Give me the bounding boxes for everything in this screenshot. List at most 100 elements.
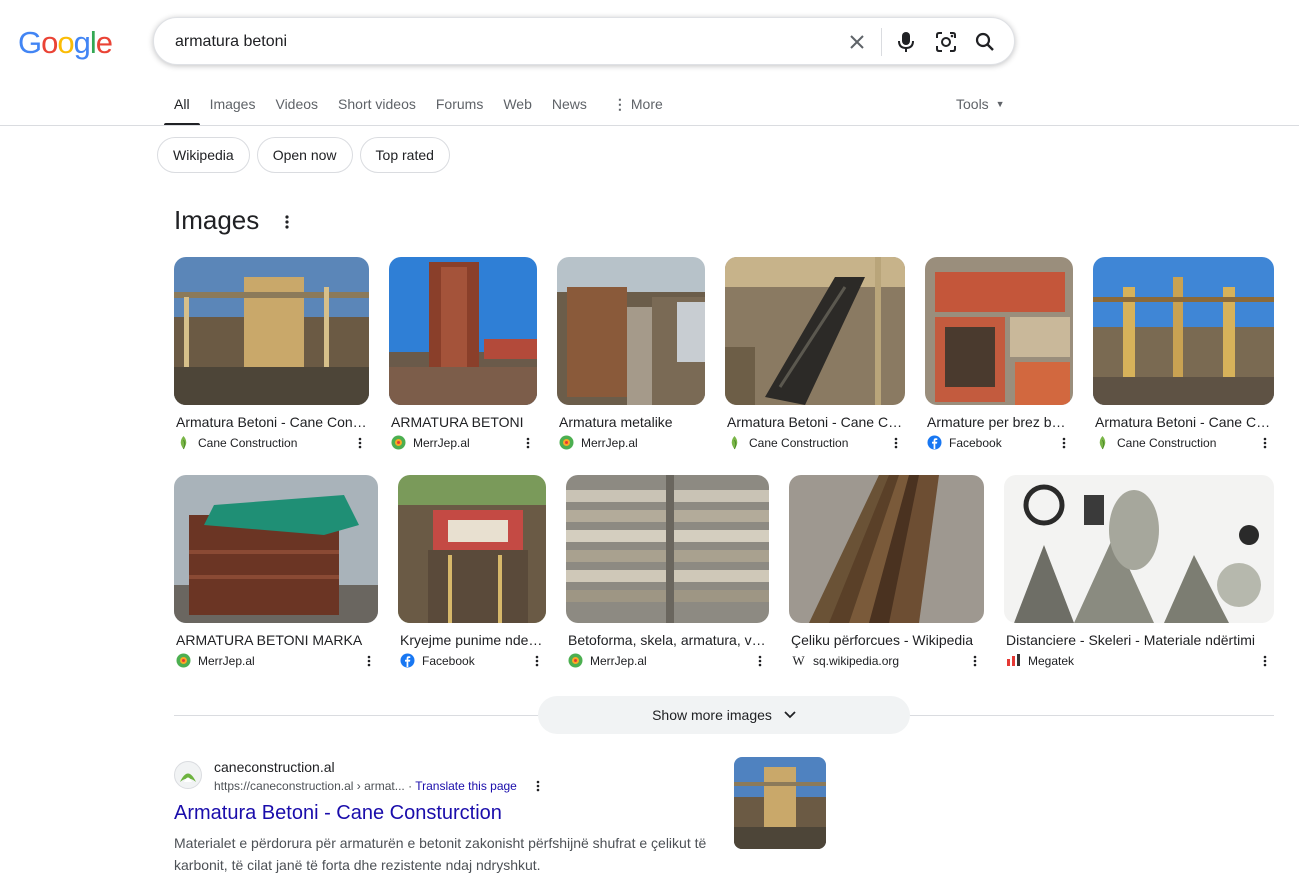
megatek-icon [1007,654,1020,666]
more-vert-icon: ⋮ [612,96,627,112]
image-caption[interactable]: ARMATURA BETONI MARKA [174,632,378,648]
logo-letter: G [18,25,42,60]
image-source-name: Facebook [949,435,1002,450]
result-thumbnail[interactable] [734,757,826,849]
tab-images[interactable]: Images [200,88,266,126]
cane-leaf-icon [1099,436,1106,450]
image-result[interactable]: Armature per brez betoni Facebook [925,257,1073,450]
search-icon[interactable] [972,29,998,55]
image-source[interactable]: MerrJep.al [174,653,378,668]
image-source[interactable]: Cane Construction [174,435,369,450]
image-result[interactable]: Kryejme punime ndertimi Facebook [398,475,546,668]
image-result[interactable]: Betoforma, skela, armatura, veglat MerrJ… [566,475,769,668]
image-source[interactable]: MerrJep.al [389,435,537,450]
chip-top-rated[interactable]: Top rated [359,137,450,173]
image-source[interactable]: W sq.wikipedia.org [789,653,984,668]
image-source-name: Facebook [422,653,475,668]
image-result[interactable]: ARMATURA BETONI MARKA MerrJep.al [174,475,378,668]
image-caption[interactable]: Betoforma, skela, armatura, veglat [566,632,769,648]
chip-wikipedia[interactable]: Wikipedia [157,137,250,173]
google-logo[interactable]: Google [18,25,113,61]
tab-news[interactable]: News [542,88,597,126]
image-result[interactable]: ARMATURA BETONI MerrJep.al [389,257,537,450]
result-more-icon[interactable] [533,778,543,794]
image-caption[interactable]: Armatura metalike [557,414,705,430]
image-result[interactable]: Distanciere - Skeleri - Materiale ndërti… [1004,475,1274,668]
cane-leaf-icon [180,436,187,450]
tab-all[interactable]: All [164,88,200,126]
image-thumbnail[interactable] [174,257,369,405]
more-vert-icon[interactable] [970,653,980,669]
image-thumbnail[interactable] [389,257,537,405]
image-source[interactable]: Cane Construction [725,435,905,450]
image-source-name: MerrJep.al [413,435,470,450]
facebook-icon [400,653,415,668]
image-caption[interactable]: Çeliku përforcues - Wikipedia [789,632,984,648]
image-result[interactable]: Armatura metalike MerrJep.al [557,257,705,450]
image-result[interactable]: Çeliku përforcues - Wikipedia W sq.wikip… [789,475,984,668]
chip-open-now[interactable]: Open now [256,137,353,173]
image-caption[interactable]: ARMATURA BETONI [389,414,537,430]
show-more-images-button[interactable]: Show more images [538,696,910,734]
more-vert-icon[interactable] [1059,435,1069,451]
tab-web[interactable]: Web [493,88,542,126]
merrjep-icon [568,653,583,668]
tab-forums[interactable]: Forums [426,88,493,126]
image-thumbnail[interactable] [566,475,769,623]
more-vert-icon[interactable] [1260,653,1270,669]
image-caption[interactable]: Armatura Betoni - Cane Construction [725,414,905,430]
search-input[interactable] [175,30,815,54]
tools-label: Tools [956,96,989,112]
image-caption[interactable]: Kryejme punime ndertimi [398,632,546,648]
image-thumbnail[interactable] [925,257,1073,405]
more-vert-icon[interactable] [1260,435,1270,451]
image-thumbnail[interactable] [174,475,378,623]
image-caption[interactable]: Distanciere - Skeleri - Materiale ndërti… [1004,632,1274,648]
image-source-name: Megatek [1028,653,1075,668]
result-title-link[interactable]: Armatura Betoni - Cane Consturction [174,802,502,825]
logo-letter: o [57,25,74,60]
result-url[interactable]: https://caneconstruction.al › armat... ·… [214,779,517,793]
tools-button[interactable]: Tools ▼ [956,96,1005,112]
image-source[interactable]: Facebook [925,435,1073,450]
image-thumbnail[interactable] [789,475,984,623]
image-thumbnail[interactable] [1093,257,1274,405]
image-source[interactable]: MerrJep.al [566,653,769,668]
more-vert-icon[interactable] [755,653,765,669]
more-vert-icon[interactable] [532,653,542,669]
image-source[interactable]: Cane Construction [1093,435,1274,450]
more-vert-icon[interactable] [523,435,533,451]
images-section-title: Images [174,205,260,235]
images-more-icon[interactable] [280,211,294,233]
image-source[interactable]: MerrJep.al [557,435,705,450]
microphone-icon[interactable] [893,29,919,55]
image-thumbnail[interactable] [725,257,905,405]
cane-leaf-icon [180,773,196,782]
more-vert-icon[interactable] [355,435,365,451]
result-site-name[interactable]: caneconstruction.al [214,759,335,775]
more-vert-icon[interactable] [364,653,374,669]
wikipedia-icon: W [792,653,805,668]
result-snippet: Materialet e përdorura për armaturën e b… [174,835,707,873]
tab-short-videos[interactable]: Short videos [328,88,426,126]
image-result[interactable]: Armatura Betoni - Cane Construction Cane… [174,257,369,450]
image-source[interactable]: Megatek [1004,653,1274,668]
image-thumbnail[interactable] [557,257,705,405]
image-result[interactable]: Armatura Betoni - Cane Construction Cane… [725,257,905,450]
image-result[interactable]: Armatura Betoni - Cane Construction Cane… [1093,257,1274,450]
image-caption[interactable]: Armature per brez betoni [925,414,1073,430]
image-caption[interactable]: Armatura Betoni - Cane Construction [174,414,369,430]
tab-videos[interactable]: Videos [265,88,328,126]
camera-lens-icon[interactable] [933,29,959,55]
more-vert-icon[interactable] [891,435,901,451]
image-source-name: MerrJep.al [590,653,647,668]
image-thumbnail[interactable] [398,475,546,623]
image-source[interactable]: Facebook [398,653,546,668]
clear-icon[interactable] [844,29,870,55]
logo-letter: g [73,25,91,60]
site-favicon[interactable] [174,761,202,789]
translate-link[interactable]: Translate this page [415,779,517,793]
tab-more[interactable]: ⋮ More [597,88,673,126]
image-caption[interactable]: Armatura Betoni - Cane Construction [1093,414,1274,430]
image-thumbnail[interactable] [1004,475,1274,623]
